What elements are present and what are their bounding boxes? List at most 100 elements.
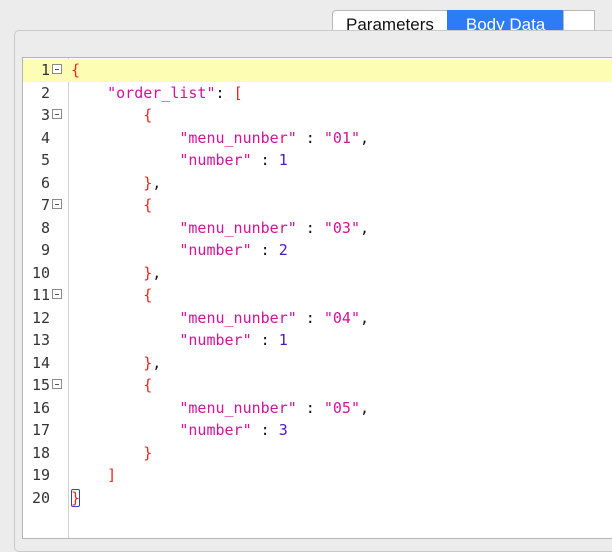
- code-text: },: [71, 262, 161, 285]
- code-line[interactable]: 2 "order_list": [: [23, 82, 612, 105]
- code-token: [: [233, 83, 243, 102]
- code-token: :: [215, 83, 234, 102]
- code-token: "01": [323, 128, 360, 147]
- code-text: }: [71, 487, 81, 510]
- code-token: 3: [278, 421, 288, 439]
- code-text: "menu_nunber" : "05",: [71, 397, 369, 420]
- code-token: "menu_nunber": [71, 128, 297, 147]
- code-text: ]: [71, 464, 116, 487]
- line-number: 8: [40, 218, 50, 237]
- fold-toggle-icon[interactable]: [52, 199, 62, 209]
- fold-toggle-icon[interactable]: [52, 109, 62, 119]
- line-number: 11: [31, 286, 50, 304]
- code-token: "number": [71, 151, 252, 169]
- code-token: :: [296, 398, 324, 417]
- code-token: {: [71, 106, 153, 124]
- line-number: 15: [31, 376, 50, 394]
- code-text: {: [71, 374, 152, 397]
- code-token: "04": [323, 308, 360, 327]
- code-line[interactable]: 19 ]: [23, 464, 612, 487]
- code-token: ,: [360, 308, 370, 327]
- code-token: }: [71, 173, 153, 192]
- code-line[interactable]: 10 },: [23, 262, 612, 285]
- code-token: {: [71, 196, 153, 214]
- line-number: 10: [31, 263, 50, 282]
- code-line[interactable]: 14 },: [23, 352, 612, 375]
- fold-toggle-icon[interactable]: [52, 64, 62, 74]
- code-text: "number" : 2: [71, 239, 287, 262]
- line-number: 17: [31, 421, 50, 439]
- code-line[interactable]: 20}: [23, 487, 612, 510]
- matched-brace: }: [71, 488, 81, 507]
- code-text: {: [71, 104, 152, 127]
- line-number: 13: [31, 331, 50, 349]
- code-editor[interactable]: 1{2 "order_list": [3 {4 "menu_nunber" : …: [22, 57, 612, 539]
- code-line[interactable]: 15 {: [23, 374, 612, 397]
- code-token: {: [71, 376, 153, 394]
- code-text: "number" : 1: [71, 329, 287, 352]
- code-token: :: [251, 151, 279, 169]
- code-token: "03": [323, 218, 360, 237]
- code-token: "menu_nunber": [71, 398, 297, 417]
- code-token: "number": [71, 241, 252, 259]
- code-text: "number" : 3: [71, 419, 288, 442]
- line-number: 18: [31, 443, 50, 462]
- code-line[interactable]: 5 "number" : 1: [23, 149, 612, 172]
- line-number: 20: [31, 488, 50, 507]
- code-token: ,: [360, 128, 370, 147]
- code-text: "number" : 1: [71, 149, 288, 172]
- code-token: {: [71, 286, 153, 304]
- code-line[interactable]: 11 {: [23, 284, 612, 307]
- code-token: ,: [152, 173, 162, 192]
- code-token: }: [71, 353, 153, 372]
- line-number: 4: [40, 128, 50, 147]
- line-number: 9: [40, 241, 50, 259]
- code-token: ,: [152, 263, 162, 282]
- code-line[interactable]: 12 "menu_nunber" : "04",: [23, 307, 612, 330]
- code-line[interactable]: 9 "number" : 2: [23, 239, 612, 262]
- code-token: :: [251, 241, 279, 259]
- line-number: 14: [31, 353, 50, 372]
- code-line[interactable]: 13 "number" : 1: [23, 329, 612, 352]
- line-number: 19: [31, 466, 50, 484]
- line-number: 1: [40, 61, 50, 79]
- code-token: ,: [360, 398, 370, 417]
- line-number: 7: [40, 196, 50, 214]
- fold-toggle-icon[interactable]: [52, 289, 62, 299]
- code-line[interactable]: 8 "menu_nunber" : "03",: [23, 217, 612, 240]
- code-token: "menu_nunber": [71, 218, 297, 237]
- code-text: },: [71, 352, 161, 375]
- code-text: "menu_nunber" : "01",: [71, 127, 369, 150]
- code-line[interactable]: 17 "number" : 3: [23, 419, 612, 442]
- code-line[interactable]: 4 "menu_nunber" : "01",: [23, 127, 612, 150]
- line-number: 2: [40, 83, 50, 102]
- code-token: :: [251, 331, 279, 349]
- code-text: "menu_nunber" : "03",: [71, 217, 369, 240]
- code-token: }: [71, 443, 153, 462]
- code-line[interactable]: 6 },: [23, 172, 612, 195]
- line-number: 5: [40, 151, 50, 169]
- code-line[interactable]: 18 }: [23, 442, 612, 465]
- code-token: ]: [71, 466, 117, 484]
- code-text: "order_list": [: [71, 82, 243, 105]
- code-line[interactable]: 1{: [23, 59, 612, 82]
- code-text: }: [71, 442, 152, 465]
- code-text: {: [71, 284, 152, 307]
- code-token: :: [296, 218, 324, 237]
- code-token: "order_list": [71, 83, 216, 102]
- code-line[interactable]: 3 {: [23, 104, 612, 127]
- code-line[interactable]: 7 {: [23, 194, 612, 217]
- line-number: 12: [31, 308, 50, 327]
- code-token: "05": [323, 398, 360, 417]
- code-token: {: [71, 61, 81, 79]
- line-number: 3: [40, 106, 50, 124]
- line-number: 16: [31, 398, 50, 417]
- code-token: "menu_nunber": [71, 308, 297, 327]
- code-token: :: [251, 421, 279, 439]
- code-line[interactable]: 16 "menu_nunber" : "05",: [23, 397, 612, 420]
- fold-toggle-icon[interactable]: [52, 379, 62, 389]
- code-token: 1: [278, 151, 288, 169]
- code-token: ,: [152, 353, 162, 372]
- code-text: },: [71, 172, 161, 195]
- code-text: {: [71, 194, 152, 217]
